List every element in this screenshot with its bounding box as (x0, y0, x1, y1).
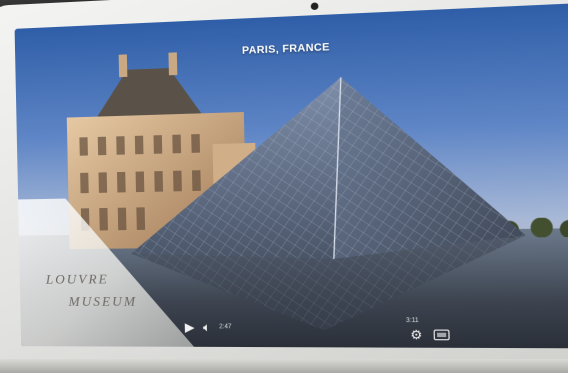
laptop-base (0, 359, 568, 373)
title-line-2: MUSEUM (68, 293, 138, 309)
duration: 3:11 (405, 317, 419, 325)
playback-controls: ▶ 🔈︎ 2:47 (185, 316, 232, 339)
gear-icon[interactable]: ⚙ (410, 327, 422, 342)
video-player[interactable]: PARIS, FRANCE LOUVRE MUSEUM ▶ 🔈︎ 2:47 3:… (14, 3, 568, 349)
player-options: ⚙ (410, 327, 450, 342)
volume-icon[interactable]: 🔈︎ (203, 320, 211, 334)
laptop: PARIS, FRANCE LOUVRE MUSEUM ▶ 🔈︎ 2:47 3:… (0, 0, 568, 371)
title-line-1: LOUVRE (45, 271, 109, 287)
fullscreen-icon[interactable] (433, 329, 450, 341)
play-icon[interactable]: ▶ (185, 320, 195, 334)
current-time: 2:47 (219, 324, 232, 331)
